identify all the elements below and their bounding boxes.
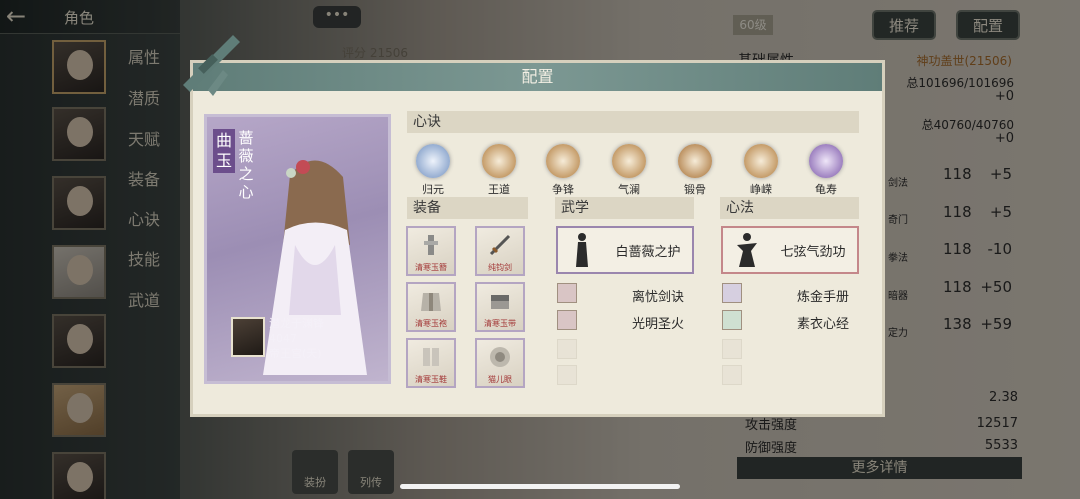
- mind-skill-name[interactable]: 素衣心经: [797, 313, 849, 332]
- martial-skill-name[interactable]: 离忧剑诀: [632, 286, 684, 305]
- card-title-2: 蔷薇之心: [238, 129, 254, 201]
- heart-skill-label: 峥嵘: [750, 183, 772, 196]
- mind-section-header: 心法: [720, 197, 859, 219]
- owner-server: 帝王宫(天): [269, 347, 322, 360]
- heart-skill-icon[interactable]: [482, 144, 516, 178]
- equipment-slot[interactable]: 清寒玉袍: [406, 282, 456, 332]
- martial-main-name: 白蔷薇之护: [615, 245, 681, 260]
- martial-figure-icon: [576, 233, 588, 267]
- heart-skill-label: 争锋: [552, 183, 574, 196]
- card-title-1: 曲玉: [213, 129, 235, 173]
- dialog-title: 配置: [193, 63, 882, 91]
- equipment-label: 清寒玉鞋: [415, 375, 447, 384]
- martial-section-header: 武学: [555, 197, 694, 219]
- empty-martial-slot[interactable]: [557, 365, 577, 385]
- game-screen: ← 角色 属性 潜质 天赋 装备 心诀 技能 武道 ••• 评分 21506 6…: [0, 0, 1080, 499]
- owner-name: 潜龙于渊锋: [269, 317, 324, 330]
- owner-avatar: [231, 317, 265, 357]
- belt-icon: [491, 295, 509, 309]
- equipment-label: 清寒玉带: [484, 319, 516, 328]
- mind-skill-icon[interactable]: [722, 283, 742, 303]
- sword-icon: [489, 234, 511, 256]
- equipment-label: 清寒玉袍: [415, 319, 447, 328]
- gem-icon: [490, 347, 510, 367]
- martial-skill-name[interactable]: 光明圣火: [632, 313, 684, 332]
- heart-skill-icon[interactable]: [744, 144, 778, 178]
- heart-section-header: 心诀: [407, 111, 859, 133]
- home-indicator[interactable]: [400, 484, 680, 489]
- mind-main-skill[interactable]: 七弦气劲功: [721, 226, 859, 274]
- heart-skill-label: 锻骨: [684, 183, 706, 196]
- sword-ornament-icon: [183, 35, 240, 96]
- equipment-slot[interactable]: 纯钧剑: [475, 226, 525, 276]
- heart-skill-icon[interactable]: [546, 144, 580, 178]
- equipment-label: 猫儿眼: [488, 375, 512, 384]
- heart-skill-label: 龟寿: [815, 183, 837, 196]
- hairpin-icon: [424, 235, 438, 255]
- equipment-label: 清寒玉簪: [415, 263, 447, 272]
- equipment-slot[interactable]: 清寒玉带: [475, 282, 525, 332]
- mind-skill-icon[interactable]: [722, 310, 742, 330]
- robe-icon: [421, 293, 441, 311]
- empty-mind-slot[interactable]: [722, 339, 742, 359]
- martial-main-skill[interactable]: 白蔷薇之护: [556, 226, 694, 274]
- martial-skill-icon[interactable]: [557, 283, 577, 303]
- heart-skill-icon[interactable]: [612, 144, 646, 178]
- heart-skill-icon[interactable]: [809, 144, 843, 178]
- equipment-slot[interactable]: 猫儿眼: [475, 338, 525, 388]
- empty-martial-slot[interactable]: [557, 339, 577, 359]
- heart-skill-icon[interactable]: [416, 144, 450, 178]
- equipment-label: 纯钧剑: [488, 263, 512, 272]
- mind-figure-icon: [737, 233, 757, 267]
- boots-icon: [423, 348, 439, 366]
- mind-main-name: 七弦气劲功: [780, 245, 846, 260]
- character-card: 曲玉 蔷薇之心 潜龙于渊锋 4047 帝王宫(天): [204, 114, 391, 384]
- heart-skill-label: 气澜: [618, 183, 640, 196]
- equip-section-header: 装备: [407, 197, 528, 219]
- heart-skill-label: 王道: [488, 183, 510, 196]
- mind-skill-name[interactable]: 炼金手册: [797, 286, 849, 305]
- martial-skill-icon[interactable]: [557, 310, 577, 330]
- heart-skill-label: 归元: [422, 183, 444, 196]
- equipment-slot[interactable]: 清寒玉鞋: [406, 338, 456, 388]
- heart-skill-icon[interactable]: [678, 144, 712, 178]
- owner-id: 4047: [269, 332, 297, 345]
- empty-mind-slot[interactable]: [722, 365, 742, 385]
- equipment-slot[interactable]: 清寒玉簪: [406, 226, 456, 276]
